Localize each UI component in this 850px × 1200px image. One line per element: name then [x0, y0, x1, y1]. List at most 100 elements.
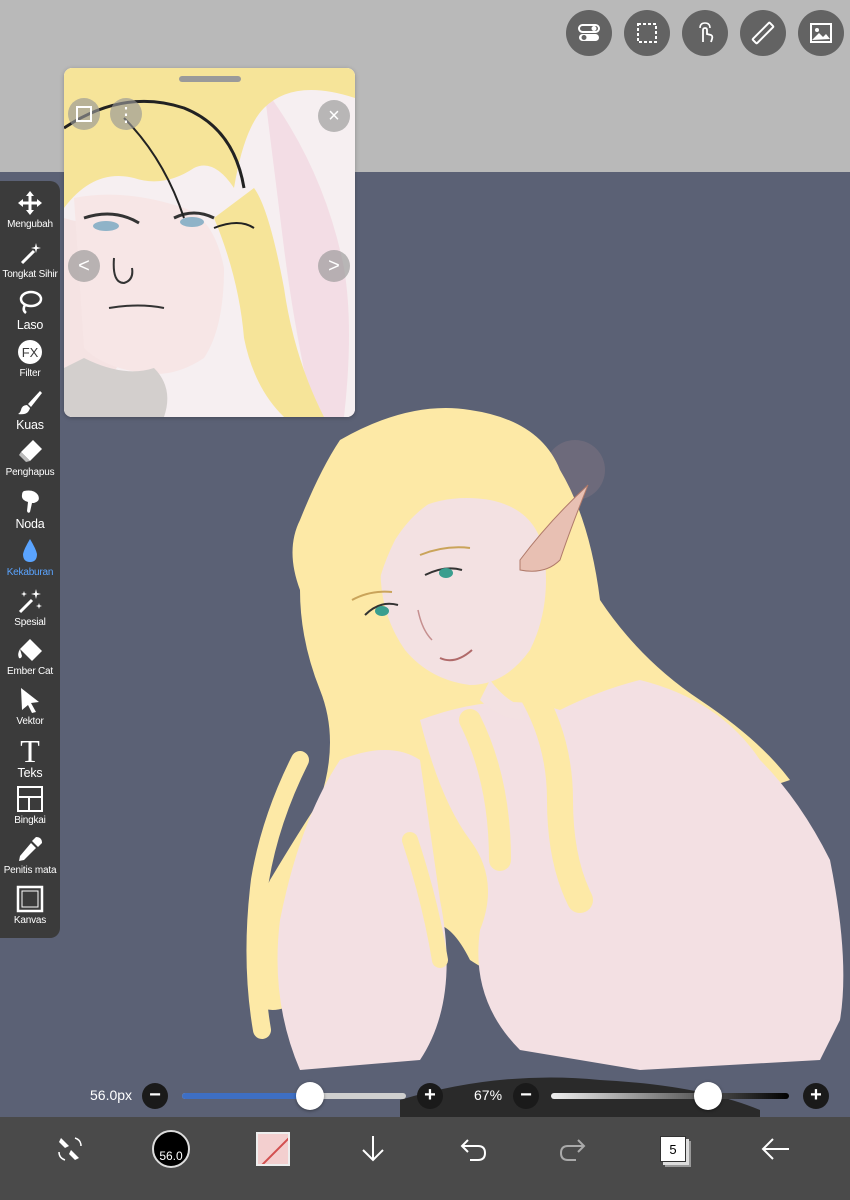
tool-special[interactable]: Spesial — [0, 585, 60, 635]
layers-button[interactable]: 5 — [653, 1129, 693, 1169]
sparkle-icon — [18, 588, 42, 613]
smudge-icon — [21, 490, 39, 513]
tool-label: Noda — [15, 517, 45, 532]
reference-crop-button[interactable] — [68, 98, 100, 130]
arrow-left-icon — [761, 1138, 789, 1160]
brush-size-increase-button[interactable]: + — [417, 1083, 443, 1109]
color-picker-button[interactable] — [253, 1129, 293, 1169]
plus-icon: + — [424, 1084, 436, 1106]
opacity-increase-button[interactable]: + — [803, 1083, 829, 1109]
tool-smudge[interactable]: Noda — [0, 485, 60, 535]
tool-label: Kekaburan — [6, 566, 54, 578]
eraser-icon — [19, 440, 42, 463]
tool-label: Kuas — [16, 417, 44, 432]
more-icon: ⋮ — [116, 103, 136, 126]
layers-icon: 5 — [660, 1136, 686, 1162]
reference-drag-handle[interactable] — [179, 76, 241, 82]
reference-image — [64, 68, 355, 417]
brush-size-value: 56.0px — [90, 1087, 133, 1103]
brush-preview: 56.0 — [152, 1130, 190, 1168]
selection-button[interactable] — [624, 10, 670, 56]
opacity-thumb[interactable] — [694, 1082, 723, 1110]
lasso-icon — [19, 291, 43, 315]
undo-button[interactable] — [453, 1129, 493, 1169]
svg-text:FX: FX — [22, 345, 39, 360]
reference-next-button[interactable]: > — [318, 250, 350, 282]
ruler-button[interactable] — [740, 10, 786, 56]
tool-move[interactable]: Mengubah — [0, 187, 60, 237]
close-icon: × — [328, 104, 340, 127]
selection-icon — [637, 23, 657, 43]
tool-label: Bingkai — [14, 815, 46, 827]
minus-icon: − — [520, 1084, 532, 1106]
tool-magic-wand[interactable]: Tongkat Sihir — [0, 237, 60, 287]
reference-image-button[interactable] — [798, 10, 844, 56]
brush-size-decrease-button[interactable]: − — [142, 1083, 168, 1109]
reference-window[interactable]: ⋮ × < > — [64, 68, 355, 417]
brush-eraser-swap-icon — [58, 1137, 82, 1161]
toggle-settings-icon — [578, 24, 600, 41]
tool-label: Tongkat Sihir — [2, 268, 58, 280]
vector-arrow-icon — [21, 687, 39, 713]
tool-label: Ember Cat — [7, 666, 53, 678]
blur-drop-icon — [23, 538, 37, 562]
reference-image-icon — [810, 23, 832, 43]
color-swatch — [256, 1132, 290, 1166]
tool-brush[interactable]: Kuas — [0, 386, 60, 436]
tool-label: Penghapus — [5, 467, 55, 479]
tool-vector[interactable]: Vektor — [0, 684, 60, 734]
reference-menu-button[interactable]: ⋮ — [110, 98, 142, 130]
paint-bucket-icon — [18, 639, 42, 662]
plus-icon: + — [810, 1084, 822, 1106]
tool-palette: Mengubah Tongkat Sihir Laso FX Filter Ku… — [0, 181, 60, 938]
eyedropper-icon — [19, 836, 42, 861]
reference-close-button[interactable]: × — [318, 100, 350, 132]
tool-label: Filter — [19, 368, 41, 380]
tool-eraser[interactable]: Penghapus — [0, 435, 60, 485]
svg-text:T: T — [20, 736, 40, 764]
tool-label: Mengubah — [7, 219, 53, 230]
canvas-icon — [16, 885, 44, 912]
arrow-down-icon — [362, 1136, 384, 1162]
tool-text[interactable]: T Teks — [0, 734, 60, 784]
tool-eyedropper[interactable]: Penitis mata — [0, 833, 60, 883]
chevron-left-icon: < — [78, 254, 90, 277]
redo-button[interactable] — [553, 1129, 593, 1169]
move-icon — [18, 191, 42, 215]
tool-label: Spesial — [14, 616, 46, 628]
brush-size-thumb[interactable] — [295, 1082, 324, 1110]
tool-paint-bucket[interactable]: Ember Cat — [0, 634, 60, 684]
brush-size-fill — [182, 1093, 310, 1099]
tool-lasso[interactable]: Laso — [0, 286, 60, 336]
bottom-bar: 56.0 5 — [0, 1117, 850, 1200]
text-icon: T — [20, 736, 40, 764]
opacity-decrease-button[interactable]: − — [513, 1083, 539, 1109]
layer-count: 5 — [669, 1141, 677, 1157]
back-button[interactable] — [756, 1129, 796, 1169]
touch-gesture-icon — [699, 22, 714, 43]
tool-label: Kanvas — [13, 914, 47, 926]
tool-blur[interactable]: Kekaburan — [0, 535, 60, 585]
opacity-slider[interactable] — [551, 1093, 789, 1099]
magic-wand-icon — [20, 242, 41, 264]
minus-icon: − — [149, 1084, 161, 1106]
download-button[interactable] — [353, 1129, 393, 1169]
reference-prev-button[interactable]: < — [68, 250, 100, 282]
tool-label: Laso — [16, 318, 44, 333]
tool-frame[interactable]: Bingkai — [0, 783, 60, 833]
touch-gesture-button[interactable] — [682, 10, 728, 56]
ruler-icon — [751, 21, 775, 45]
swap-tools-button[interactable] — [50, 1129, 90, 1169]
brush-size-label: 56.0 — [159, 1149, 183, 1163]
brush-icon — [18, 390, 42, 414]
undo-icon — [460, 1139, 487, 1161]
brush-size-slider[interactable] — [182, 1093, 406, 1099]
tool-canvas[interactable]: Kanvas — [0, 883, 60, 933]
brush-settings-button[interactable]: 56.0 — [151, 1129, 191, 1169]
redo-icon — [559, 1139, 586, 1161]
crop-icon — [76, 106, 92, 122]
top-tools — [566, 10, 844, 56]
tool-filter[interactable]: FX Filter — [0, 336, 60, 386]
frame-icon — [17, 786, 43, 813]
toggle-settings-button[interactable] — [566, 10, 612, 56]
